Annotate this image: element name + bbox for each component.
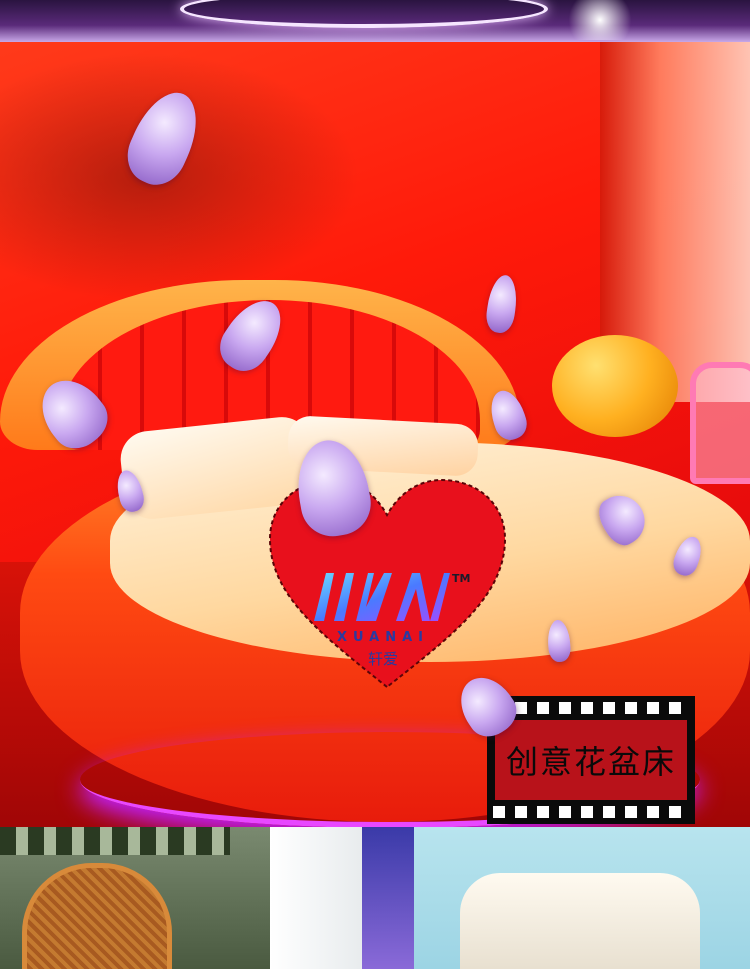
film-perforation-top bbox=[493, 702, 689, 714]
film-perforation-bottom bbox=[493, 806, 689, 818]
led-ring-glow bbox=[180, 0, 548, 28]
wall-mural bbox=[0, 52, 360, 302]
purple-panel bbox=[362, 827, 414, 969]
pink-chair bbox=[690, 362, 750, 484]
brand-chinese-text: 轩爱 bbox=[367, 650, 398, 668]
brand-mark-icon bbox=[314, 573, 450, 621]
light-flare bbox=[560, 0, 640, 40]
petal bbox=[484, 273, 520, 335]
white-bed-headboard bbox=[460, 873, 700, 969]
swing-canopy bbox=[0, 827, 230, 855]
yoga-ball bbox=[552, 335, 678, 437]
top-photo-strip bbox=[0, 0, 750, 42]
brand-latin-text: XUANAI bbox=[336, 630, 430, 645]
film-stamp-frame: 创意花盆床 bbox=[487, 696, 695, 824]
white-wall bbox=[270, 827, 370, 969]
bottom-photo-strip bbox=[0, 827, 750, 969]
round-bed-photo: TM XUANAI 轩爱 创意花盆床 bbox=[0, 42, 750, 827]
trademark-mark: TM bbox=[452, 572, 471, 585]
film-stamp-panel: 创意花盆床 bbox=[495, 720, 687, 800]
stamp-text: 创意花盆床 bbox=[505, 743, 676, 781]
